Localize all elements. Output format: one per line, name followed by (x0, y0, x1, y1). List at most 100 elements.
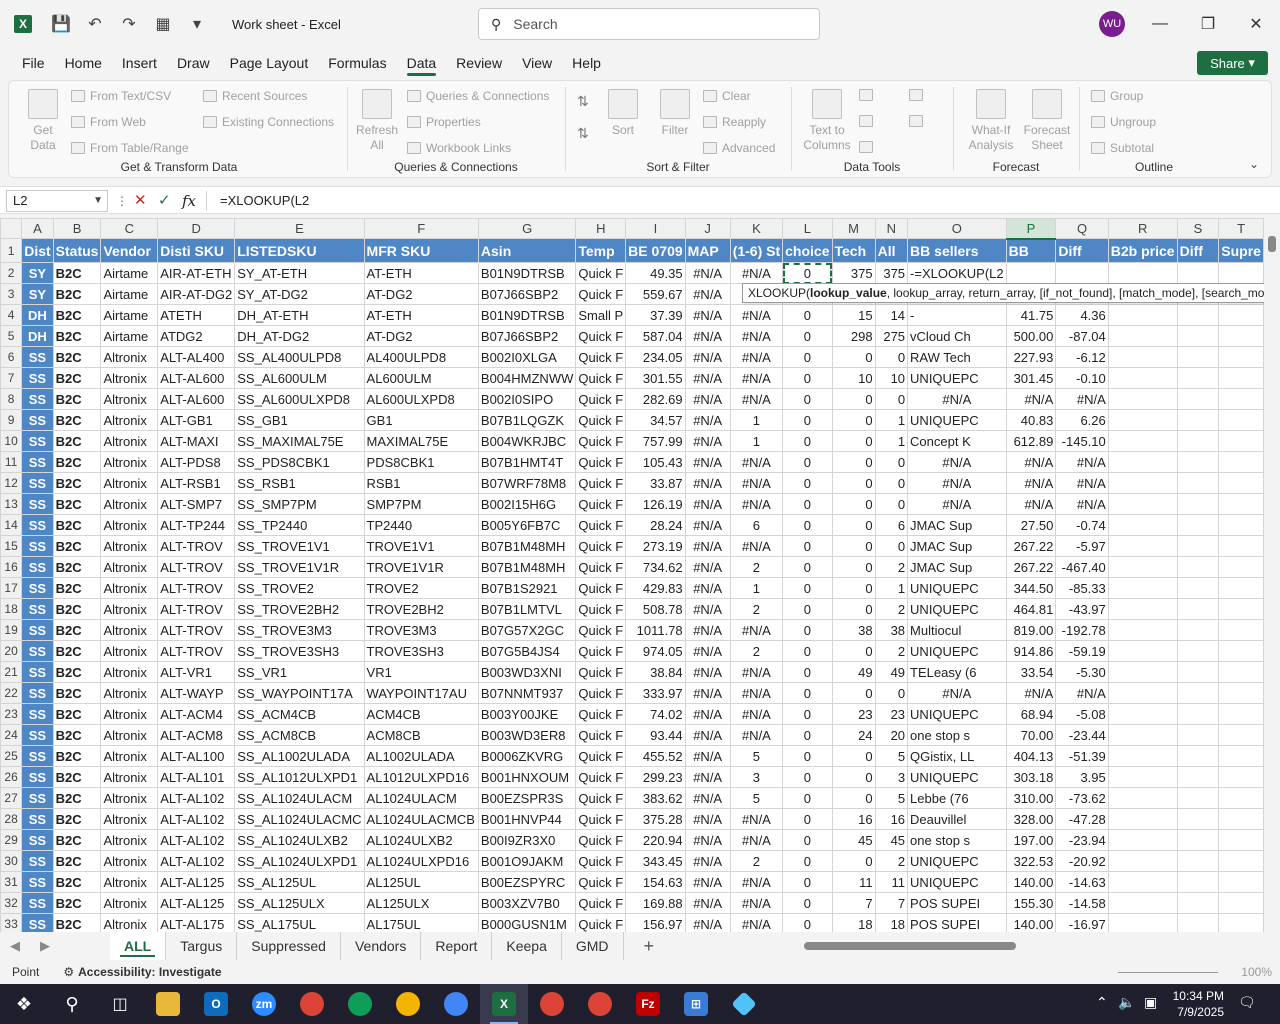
cell[interactable]: B2C (52, 388, 102, 410)
cell[interactable]: SS_GB1 (234, 409, 365, 431)
cell[interactable]: 74.02 (625, 703, 686, 725)
cell[interactable] (1218, 304, 1264, 326)
filezilla-icon[interactable]: Fz (624, 984, 672, 1024)
cell[interactable]: Altronix (100, 724, 159, 746)
cell[interactable]: -16.97 (1055, 913, 1109, 932)
cell[interactable]: 0 (831, 493, 876, 515)
cell[interactable] (1176, 661, 1220, 683)
cell[interactable]: ALT-GB1 (157, 409, 236, 431)
cell[interactable]: 38 (874, 619, 909, 641)
cell[interactable]: 1011.78 (625, 619, 686, 641)
cell[interactable] (1218, 745, 1264, 767)
cell[interactable]: ATETH (157, 304, 236, 326)
cell[interactable]: Altronix (100, 346, 159, 368)
cell[interactable]: SS (21, 367, 54, 389)
cell[interactable] (1107, 850, 1178, 872)
cell[interactable] (1176, 640, 1220, 662)
cell[interactable]: JMAC Sup (907, 556, 1007, 578)
cell[interactable]: PDS8CBK1 (363, 451, 479, 473)
share-button[interactable]: Share ▾ (1197, 51, 1268, 75)
cell[interactable]: 1 (729, 430, 784, 452)
cell[interactable] (1218, 514, 1264, 536)
cell[interactable]: 375 (831, 262, 876, 284)
cell[interactable]: 227.93 (1005, 346, 1057, 368)
cell[interactable]: SS_AL1024ULXB2 (234, 829, 365, 851)
cell[interactable] (1055, 262, 1109, 284)
row-number[interactable]: 33 (0, 913, 23, 932)
row-number[interactable]: 13 (0, 493, 23, 515)
cell[interactable]: Altronix (100, 367, 159, 389)
cell[interactable]: 5 (729, 787, 784, 809)
zoom-app-icon[interactable]: zm (240, 984, 288, 1024)
tab-insert[interactable]: Insert (112, 48, 167, 78)
sheet-tab-vendors[interactable]: Vendors (341, 932, 422, 960)
cell[interactable]: Quick F (575, 661, 627, 683)
row-number[interactable]: 4 (0, 304, 23, 326)
cell[interactable]: AL600ULM (363, 367, 479, 389)
cell[interactable]: -59.19 (1055, 640, 1109, 662)
cell[interactable]: B001HNVP44 (477, 808, 577, 830)
cell[interactable]: -23.44 (1055, 724, 1109, 746)
cell[interactable]: B003XZV7B0 (477, 892, 577, 914)
cell[interactable]: ALT-TROV (157, 619, 236, 641)
row-number[interactable]: 9 (0, 409, 23, 431)
cell[interactable]: B2C (52, 556, 102, 578)
group-button[interactable]: Group (1091, 89, 1143, 103)
tooltip-function[interactable]: XLOOKUP( (748, 286, 810, 300)
cell[interactable]: 0 (831, 787, 876, 809)
cell[interactable]: 7 (831, 892, 876, 914)
cell[interactable]: 15 (831, 304, 876, 326)
cell[interactable] (1176, 892, 1220, 914)
cell[interactable]: 7 (874, 892, 909, 914)
cell[interactable]: SS (21, 493, 54, 515)
tab-home[interactable]: Home (55, 48, 112, 78)
cell[interactable]: 1 (874, 577, 909, 599)
cell[interactable]: SS (21, 388, 54, 410)
cell[interactable]: 500.00 (1005, 325, 1057, 347)
cell[interactable]: 267.22 (1005, 556, 1057, 578)
cell[interactable]: Quick F (575, 367, 627, 389)
cell[interactable]: SS (21, 724, 54, 746)
cell[interactable]: ALT-TP244 (157, 514, 236, 536)
cell[interactable]: #N/A (684, 598, 731, 620)
cell[interactable]: 0 (831, 598, 876, 620)
cell[interactable]: #N/A (684, 913, 731, 932)
cell[interactable] (1107, 619, 1178, 641)
cell[interactable]: 0 (874, 535, 909, 557)
cell[interactable]: 328.00 (1005, 808, 1057, 830)
cell[interactable] (1107, 808, 1178, 830)
column-header-r[interactable]: R (1107, 218, 1178, 239)
cell[interactable]: POS SUPEI (907, 892, 1007, 914)
cell[interactable]: Quick F (575, 682, 627, 704)
cell[interactable] (1107, 472, 1178, 494)
column-header-t[interactable]: T (1218, 218, 1264, 239)
cell[interactable] (1107, 598, 1178, 620)
cell[interactable]: SS_AL600ULM (234, 367, 365, 389)
calculator-icon[interactable]: ⊞ (672, 984, 720, 1024)
cell[interactable] (1176, 619, 1220, 641)
cell[interactable]: 169.88 (625, 892, 686, 914)
cell[interactable]: #N/A (729, 262, 784, 284)
advanced-button[interactable]: Advanced (703, 141, 775, 155)
redo-icon[interactable]: ↷ (112, 0, 146, 48)
row-number[interactable]: 19 (0, 619, 23, 641)
cell[interactable]: 0 (782, 619, 833, 641)
cell[interactable]: #N/A (729, 913, 784, 932)
cell[interactable]: Altronix (100, 892, 159, 914)
cell[interactable]: Altronix (100, 514, 159, 536)
cell[interactable]: 0 (831, 766, 876, 788)
vertical-scrollbar[interactable] (1264, 218, 1280, 932)
cell[interactable]: #N/A (1005, 682, 1057, 704)
cell[interactable]: 0 (874, 388, 909, 410)
cell[interactable]: Altronix (100, 829, 159, 851)
cell[interactable] (1107, 787, 1178, 809)
tab-view[interactable]: View (512, 48, 562, 78)
cell[interactable]: #N/A (684, 514, 731, 536)
cell[interactable]: 93.44 (625, 724, 686, 746)
cell[interactable]: B2C (52, 913, 102, 932)
cell[interactable]: TROVE2 (363, 577, 479, 599)
cell[interactable]: SS_WAYPOINT17A (234, 682, 365, 704)
cell[interactable]: Quick F (575, 451, 627, 473)
cell[interactable]: SS (21, 787, 54, 809)
cell[interactable]: #N/A (1055, 682, 1109, 704)
